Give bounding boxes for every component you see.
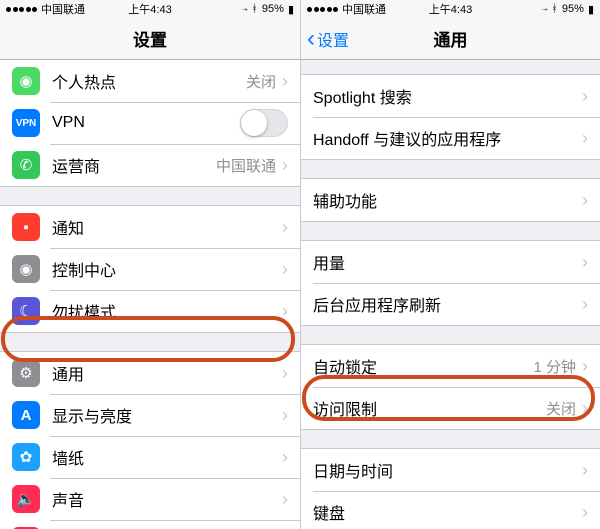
chevron-right-icon: › — [582, 399, 588, 417]
carrier-label: 中国联通 — [342, 1, 386, 17]
page-title: 设置 — [133, 26, 167, 51]
chevron-right-icon: › — [582, 191, 588, 209]
moon-icon: ☾ — [12, 297, 40, 325]
row-label: 显示与亮度 — [52, 403, 282, 427]
row-accessibility[interactable]: 辅助功能 › — [301, 179, 600, 221]
chevron-right-icon: › — [282, 218, 288, 236]
row-value: 中国联通 — [216, 155, 276, 176]
vpn-icon: VPN — [12, 109, 40, 137]
row-label: 日期与时间 — [313, 458, 582, 482]
chevron-right-icon: › — [282, 448, 288, 466]
row-label: 通用 — [52, 361, 282, 385]
row-notifications[interactable]: ▪ 通知 › — [0, 206, 300, 248]
navbar: ‹ 设置 通用 — [301, 18, 600, 60]
chevron-right-icon: › — [282, 260, 288, 278]
chevron-left-icon: ‹ — [307, 27, 315, 51]
row-touchid[interactable]: ◉ Touch ID 与密码 › — [0, 520, 300, 529]
signal-icon — [307, 7, 338, 12]
row-label: VPN — [52, 114, 240, 132]
row-label: 后台应用程序刷新 — [313, 292, 582, 316]
row-label: 辅助功能 — [313, 188, 582, 212]
battery-label: 95% — [262, 3, 284, 15]
chevron-right-icon: › — [282, 302, 288, 320]
chevron-right-icon: › — [582, 357, 588, 375]
general-list[interactable]: Spotlight 搜索 › Handoff 与建议的应用程序 › 辅助功能 ›… — [301, 60, 600, 529]
bluetooth-icon: ⇢ ᚼ — [542, 3, 558, 15]
row-wallpaper[interactable]: ✿ 墙纸 › — [0, 436, 300, 478]
page-title: 通用 — [434, 26, 468, 51]
row-label: 控制中心 — [52, 257, 282, 281]
control-center-icon: ◉ — [12, 255, 40, 283]
status-bar: 中国联通 上午4:43 ⇢ ᚼ 95% ▮ — [301, 0, 600, 18]
battery-icon: ▮ — [588, 3, 594, 16]
row-label: 自动锁定 — [313, 354, 533, 378]
battery-icon: ▮ — [288, 3, 294, 16]
row-value: 关闭 — [546, 398, 576, 419]
chevron-right-icon: › — [282, 72, 288, 90]
row-control-center[interactable]: ◉ 控制中心 › — [0, 248, 300, 290]
chevron-right-icon: › — [282, 156, 288, 174]
back-label: 设置 — [317, 27, 349, 51]
row-background-refresh[interactable]: 后台应用程序刷新 › — [301, 283, 600, 325]
chevron-right-icon: › — [282, 406, 288, 424]
chevron-right-icon: › — [282, 490, 288, 508]
row-vpn[interactable]: VPN VPN — [0, 102, 300, 144]
row-label: 勿扰模式 — [52, 299, 282, 323]
row-personal-hotspot[interactable]: ◉ 个人热点 关闭 › — [0, 60, 300, 102]
row-label: 访问限制 — [313, 396, 546, 420]
chevron-right-icon: › — [582, 503, 588, 521]
row-label: 声音 — [52, 487, 282, 511]
settings-root-screen: 中国联通 上午4:43 ⇢ ᚼ 95% ▮ 设置 ◉ 个人热点 关闭 › VP — [0, 0, 300, 529]
row-label: Spotlight 搜索 — [313, 84, 582, 108]
row-label: 运营商 — [52, 153, 216, 177]
row-value: 1 分钟 — [533, 356, 576, 377]
general-screen: 中国联通 上午4:43 ⇢ ᚼ 95% ▮ ‹ 设置 通用 Spotlight … — [300, 0, 600, 529]
vpn-switch[interactable] — [240, 109, 288, 137]
chevron-right-icon: › — [282, 364, 288, 382]
gear-icon: ⚙ — [12, 359, 40, 387]
battery-label: 95% — [562, 3, 584, 15]
sound-icon: 🔈 — [12, 485, 40, 513]
chevron-right-icon: › — [582, 295, 588, 313]
row-restrictions[interactable]: 访问限制 关闭 › — [301, 387, 600, 429]
row-general[interactable]: ⚙ 通用 › — [0, 352, 300, 394]
row-sound[interactable]: 🔈 声音 › — [0, 478, 300, 520]
row-label: Handoff 与建议的应用程序 — [313, 126, 582, 150]
chevron-right-icon: › — [582, 253, 588, 271]
bluetooth-icon: ⇢ ᚼ — [242, 3, 258, 15]
wallpaper-icon: ✿ — [12, 443, 40, 471]
chevron-right-icon: › — [582, 129, 588, 147]
row-carrier[interactable]: ✆ 运营商 中国联通 › — [0, 144, 300, 186]
row-label: 通知 — [52, 215, 282, 239]
row-handoff[interactable]: Handoff 与建议的应用程序 › — [301, 117, 600, 159]
notifications-icon: ▪ — [12, 213, 40, 241]
signal-icon — [6, 7, 37, 12]
row-value: 关闭 — [246, 71, 276, 92]
display-icon: A — [12, 401, 40, 429]
carrier-label: 中国联通 — [41, 1, 85, 17]
row-usage[interactable]: 用量 › — [301, 241, 600, 283]
chevron-right-icon: › — [582, 461, 588, 479]
row-dnd[interactable]: ☾ 勿扰模式 › — [0, 290, 300, 332]
row-label: 墙纸 — [52, 445, 282, 469]
back-button[interactable]: ‹ 设置 — [307, 27, 349, 51]
status-bar: 中国联通 上午4:43 ⇢ ᚼ 95% ▮ — [0, 0, 300, 18]
row-date-time[interactable]: 日期与时间 › — [301, 449, 600, 491]
navbar: 设置 — [0, 18, 300, 60]
row-label: 个人热点 — [52, 69, 246, 93]
row-spotlight[interactable]: Spotlight 搜索 › — [301, 75, 600, 117]
settings-list[interactable]: ◉ 个人热点 关闭 › VPN VPN ✆ 运营商 中国联通 › — [0, 60, 300, 529]
hotspot-icon: ◉ — [12, 67, 40, 95]
row-label: 键盘 — [313, 500, 582, 524]
chevron-right-icon: › — [582, 87, 588, 105]
clock: 上午4:43 — [429, 1, 472, 17]
carrier-icon: ✆ — [12, 151, 40, 179]
row-display[interactable]: A 显示与亮度 › — [0, 394, 300, 436]
row-auto-lock[interactable]: 自动锁定 1 分钟 › — [301, 345, 600, 387]
row-keyboard[interactable]: 键盘 › — [301, 491, 600, 529]
row-label: 用量 — [313, 250, 582, 274]
clock: 上午4:43 — [128, 1, 171, 17]
